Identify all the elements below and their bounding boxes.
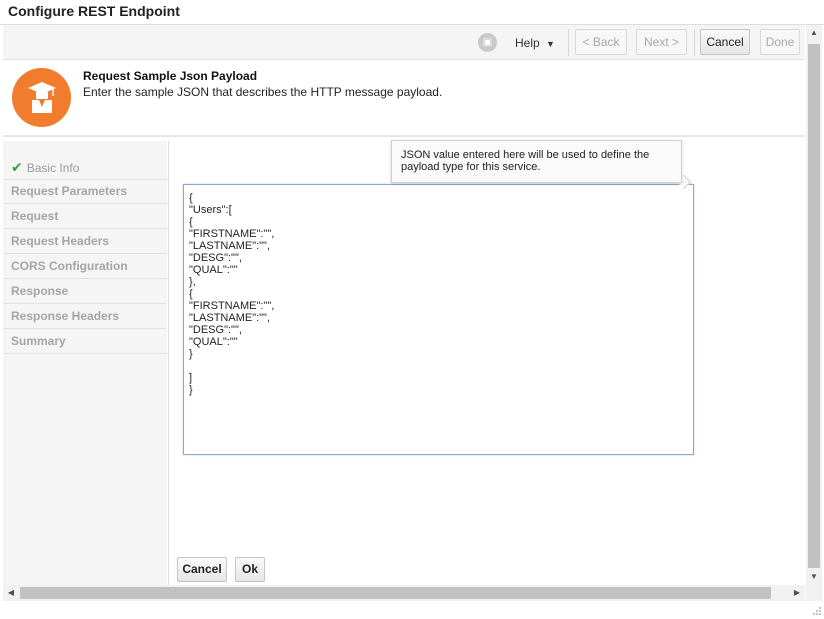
resize-grip-icon[interactable]: [812, 606, 822, 616]
lock-icon: ▣: [478, 33, 497, 52]
cancel-wizard-button[interactable]: Cancel: [700, 29, 750, 55]
horizontal-scrollbar[interactable]: ◀ ▶: [3, 585, 805, 601]
scroll-down-icon[interactable]: ▼: [806, 569, 822, 585]
scroll-up-icon[interactable]: ▲: [806, 25, 822, 41]
wizard-toolbar: ▣ Help ▼ < Back Next > Cancel Done: [3, 25, 805, 60]
toolbar-divider: [694, 29, 695, 56]
toolbar-divider: [568, 29, 569, 56]
nav-item-request-headers[interactable]: Request Headers: [3, 229, 167, 254]
back-button[interactable]: < Back: [575, 29, 627, 55]
cancel-button[interactable]: Cancel: [177, 557, 227, 582]
vertical-scrollbar[interactable]: ▲ ▼: [806, 25, 822, 585]
horizontal-scroll-thumb[interactable]: [20, 587, 771, 599]
payload-panel: { "Users":[ { "FIRSTNAME":"", "LASTNAME"…: [168, 140, 805, 585]
json-payload-input[interactable]: { "Users":[ { "FIRSTNAME":"", "LASTNAME"…: [183, 184, 694, 455]
help-label: Help: [515, 36, 540, 50]
page-description: Enter the sample JSON that describes the…: [83, 85, 443, 99]
ok-button[interactable]: Ok: [235, 557, 265, 582]
scroll-right-icon[interactable]: ▶: [789, 585, 805, 601]
scrollbar-corner: [806, 585, 822, 601]
nav-item-basic-info[interactable]: ✔ Basic Info: [3, 155, 167, 180]
dialog-title-bar: Configure REST Endpoint: [0, 0, 824, 25]
chevron-down-icon: ▼: [546, 39, 555, 49]
nav-item-request-parameters[interactable]: Request Parameters: [3, 179, 167, 204]
check-icon: ✔: [11, 159, 23, 175]
nav-item-label: Basic Info: [26, 161, 80, 175]
dialog-title: Configure REST Endpoint: [8, 3, 180, 19]
next-button[interactable]: Next >: [636, 29, 687, 55]
nav-item-response-headers[interactable]: Response Headers: [3, 304, 167, 329]
done-button[interactable]: Done: [760, 29, 800, 55]
page-title: Request Sample Json Payload: [83, 69, 258, 83]
page-header: Request Sample Json Payload Enter the sa…: [3, 60, 805, 137]
scroll-left-icon[interactable]: ◀: [3, 585, 19, 601]
nav-item-summary[interactable]: Summary: [3, 329, 167, 354]
payload-tooltip: JSON value entered here will be used to …: [391, 140, 682, 183]
nav-item-response[interactable]: Response: [3, 279, 167, 304]
help-menu-button[interactable]: Help ▼: [509, 32, 561, 54]
wizard-navigation: ✔ Basic Info Request Parameters Request R…: [3, 141, 167, 585]
vertical-scroll-thumb[interactable]: [808, 44, 820, 568]
nav-item-cors-configuration[interactable]: CORS Configuration: [3, 254, 167, 279]
nav-item-request[interactable]: Request: [3, 204, 167, 229]
graduate-icon: [12, 68, 71, 127]
